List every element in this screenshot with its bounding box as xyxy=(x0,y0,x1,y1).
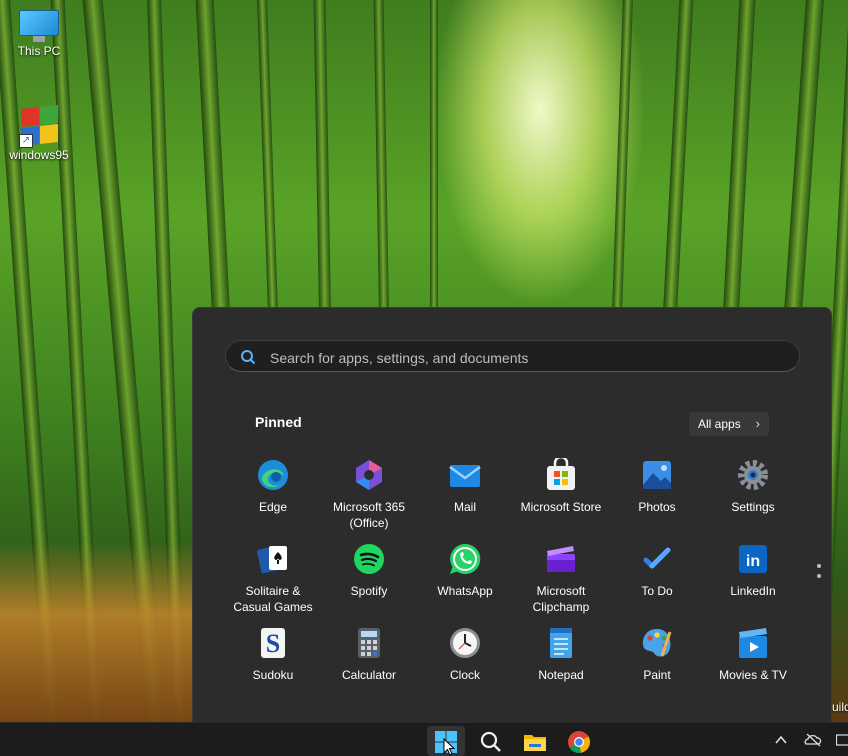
search-input[interactable] xyxy=(268,347,772,369)
app-label: Microsoft 365 (Office) xyxy=(332,500,406,530)
pinned-app-movies-tv[interactable]: Movies & TV xyxy=(705,626,801,683)
movies-tv-icon xyxy=(736,626,770,660)
pinned-app-microsoft-365[interactable]: Microsoft 365 (Office) xyxy=(321,458,417,531)
paint-palette-icon xyxy=(640,626,674,660)
pinned-app-settings[interactable]: Settings xyxy=(705,458,801,515)
file-explorer-button[interactable] xyxy=(516,726,554,756)
microsoft-store-icon xyxy=(544,455,578,492)
linkedin-icon: in xyxy=(736,542,770,576)
app-label: Photos xyxy=(638,500,676,514)
desktop-icon-this-pc[interactable]: This PC xyxy=(4,10,74,58)
app-label: Notepad xyxy=(538,668,584,682)
calculator-icon xyxy=(352,626,386,660)
app-label: Microsoft Store xyxy=(520,500,602,514)
mouse-cursor-icon xyxy=(443,738,455,756)
sudoku-icon: S xyxy=(256,626,290,660)
app-label: LinkedIn xyxy=(730,584,776,598)
microsoft-365-icon xyxy=(352,458,386,492)
start-menu: Pinned All apps › Edge Microsoft 365 (Of… xyxy=(192,307,832,723)
app-label: Spotify xyxy=(350,584,388,598)
folder-icon xyxy=(524,735,546,751)
partial-desktop-text: uild xyxy=(832,700,848,714)
pinned-app-edge[interactable]: Edge xyxy=(225,458,321,515)
app-label: Movies & TV xyxy=(719,668,787,682)
settings-gear-icon xyxy=(736,458,770,492)
pinned-app-sudoku[interactable]: S Sudoku xyxy=(225,626,321,683)
all-apps-label: All apps xyxy=(698,417,741,431)
clipchamp-icon xyxy=(544,542,578,576)
all-apps-button[interactable]: All apps › xyxy=(689,412,769,436)
app-label: Paint xyxy=(643,668,671,682)
pinned-app-paint[interactable]: Paint xyxy=(609,626,705,683)
network-offline-icon[interactable] xyxy=(804,733,822,747)
pinned-app-whatsapp[interactable]: WhatsApp xyxy=(417,542,513,599)
search-button[interactable] xyxy=(472,726,510,756)
pinned-app-spotify[interactable]: Spotify xyxy=(321,542,417,599)
pinned-app-solitaire[interactable]: Solitaire & Casual Games xyxy=(225,542,321,615)
app-label: Microsoft Clipchamp xyxy=(532,584,590,614)
start-search-box[interactable] xyxy=(225,340,800,372)
clock-icon xyxy=(448,626,482,660)
page-dot xyxy=(817,564,821,568)
pinned-app-to-do[interactable]: To Do xyxy=(609,542,705,599)
app-label: Settings xyxy=(731,500,775,514)
app-label: Solitaire & Casual Games xyxy=(233,584,313,614)
spotify-icon xyxy=(352,542,386,576)
page-dot xyxy=(817,574,821,578)
mail-icon xyxy=(448,458,482,492)
chrome-button[interactable] xyxy=(560,726,598,756)
monitor-icon xyxy=(19,10,59,42)
photos-icon xyxy=(640,458,674,492)
edge-icon xyxy=(256,458,290,492)
pinned-app-clipchamp[interactable]: Microsoft Clipchamp xyxy=(513,542,609,615)
svg-text:in: in xyxy=(746,553,760,570)
pinned-app-linkedin[interactable]: in LinkedIn xyxy=(705,542,801,599)
search-icon xyxy=(241,350,256,365)
chevron-up-icon[interactable] xyxy=(774,733,788,747)
app-label: Mail xyxy=(453,500,476,514)
chrome-icon xyxy=(568,731,590,753)
app-label: Edge xyxy=(258,500,288,514)
pinned-app-clock[interactable]: Clock xyxy=(417,626,513,683)
pinned-heading: Pinned xyxy=(255,414,302,430)
chevron-right-icon: › xyxy=(755,416,760,431)
search-icon xyxy=(480,731,501,752)
desktop-icon-label: windows95 xyxy=(9,148,69,162)
solitaire-icon xyxy=(256,542,290,576)
app-label: Clock xyxy=(449,668,480,682)
whatsapp-icon xyxy=(448,542,482,576)
app-label: Sudoku xyxy=(252,668,294,682)
pinned-app-microsoft-store[interactable]: Microsoft Store xyxy=(513,455,609,515)
taskbar xyxy=(0,722,848,756)
keyboard-icon[interactable] xyxy=(836,733,848,747)
pinned-app-notepad[interactable]: Notepad xyxy=(513,626,609,683)
notepad-icon xyxy=(544,626,578,660)
desktop-icon-label: This PC xyxy=(17,44,61,58)
windows95-shortcut-icon: ↗ xyxy=(19,105,59,148)
desktop-icon-windows95[interactable]: ↗ windows95 xyxy=(4,105,74,162)
pinned-app-mail[interactable]: Mail xyxy=(417,458,513,515)
app-label: To Do xyxy=(641,584,673,598)
todo-check-icon xyxy=(640,542,674,576)
app-label: Calculator xyxy=(341,668,397,682)
app-label: WhatsApp xyxy=(437,584,493,598)
page-indicator[interactable] xyxy=(817,564,821,584)
pinned-app-photos[interactable]: Photos xyxy=(609,458,705,515)
svg-text:S: S xyxy=(266,629,280,658)
pinned-app-calculator[interactable]: Calculator xyxy=(321,626,417,683)
